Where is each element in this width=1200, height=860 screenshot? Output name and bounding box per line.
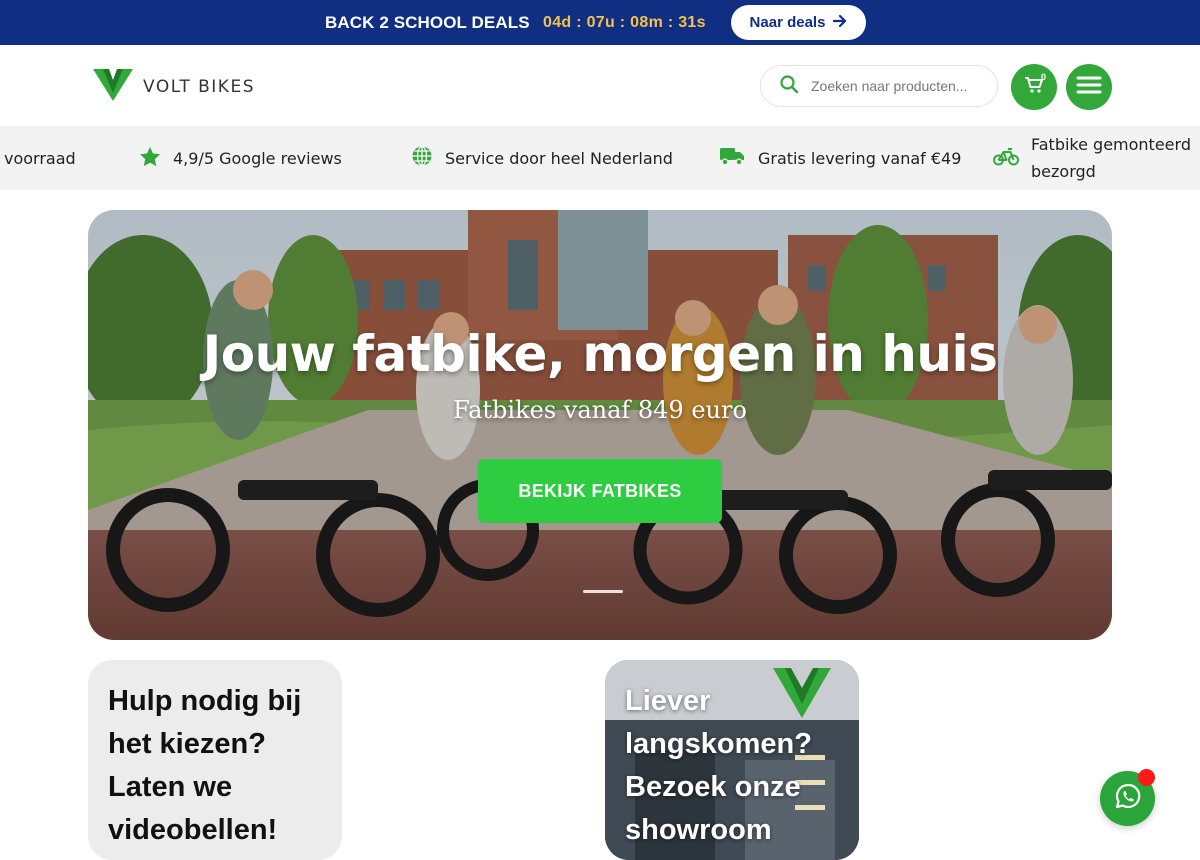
- notification-badge: [1138, 769, 1155, 786]
- countdown-timer: 04d : 07u : 08m : 31s: [543, 14, 706, 31]
- promo-title: BACK 2 SCHOOL DEALS: [325, 13, 530, 32]
- usp-item-delivery: Gratis levering vanaf €49: [719, 126, 961, 190]
- whatsapp-icon: [1114, 782, 1142, 815]
- site-header: VOLT BIKES 0: [0, 45, 1200, 126]
- slider-indicator[interactable]: [583, 590, 623, 593]
- usp-item-assembled: Fatbike gemonteerd bezorgd: [993, 126, 1200, 190]
- logo-link[interactable]: VOLT BIKES: [93, 67, 255, 106]
- video-call-card[interactable]: Hulp nodig bij het kiezen? Laten we vide…: [88, 660, 342, 860]
- menu-button[interactable]: [1066, 64, 1112, 110]
- globe-icon: [411, 145, 433, 171]
- usp-text: 4,9/5 Google reviews: [173, 148, 342, 168]
- video-call-card-text: Hulp nodig bij het kiezen? Laten we vide…: [108, 685, 302, 846]
- hamburger-icon: [1076, 75, 1102, 100]
- search-box[interactable]: [760, 65, 998, 107]
- usp-item-stock: voorraad: [4, 126, 76, 190]
- cart-button[interactable]: 0: [1011, 64, 1057, 110]
- arrow-right-icon: [833, 14, 847, 32]
- deals-button[interactable]: Naar deals: [731, 5, 866, 40]
- usp-text: Service door heel Nederland: [445, 148, 673, 168]
- usp-bar: voorraad 4,9/5 Google reviews Service do…: [0, 126, 1200, 190]
- search-icon: [779, 74, 799, 99]
- logo-text: VOLT BIKES: [143, 76, 255, 97]
- search-input[interactable]: [811, 78, 981, 94]
- deals-button-label: Naar deals: [749, 14, 826, 31]
- usp-item-reviews: 4,9/5 Google reviews: [139, 126, 342, 190]
- star-icon: [139, 146, 161, 171]
- hero-title: Jouw fatbike, morgen in huis: [202, 325, 998, 383]
- volt-logo-icon: [93, 67, 133, 106]
- usp-item-service: Service door heel Nederland: [411, 126, 673, 190]
- promo-bar: BACK 2 SCHOOL DEALS 04d : 07u : 08m : 31…: [0, 0, 1200, 45]
- hero-subtitle: Fatbikes vanaf 849 euro: [453, 396, 747, 424]
- showroom-card[interactable]: Liever langskomen? Bezoek onze showroom: [605, 660, 859, 860]
- usp-text: voorraad: [4, 148, 76, 168]
- bike-icon: [993, 146, 1019, 170]
- hero-banner: Jouw fatbike, morgen in huis Fatbikes va…: [88, 210, 1112, 640]
- usp-text: Fatbike gemonteerd bezorgd: [1031, 135, 1191, 181]
- view-fatbikes-button[interactable]: BEKIJK FATBIKES: [478, 459, 722, 523]
- truck-icon: [719, 146, 746, 170]
- showroom-card-text: Liever langskomen? Bezoek onze showroom: [625, 685, 812, 846]
- usp-text: Gratis levering vanaf €49: [758, 148, 962, 168]
- hero-image: [88, 210, 1112, 640]
- cart-count-badge: 0: [1040, 72, 1046, 82]
